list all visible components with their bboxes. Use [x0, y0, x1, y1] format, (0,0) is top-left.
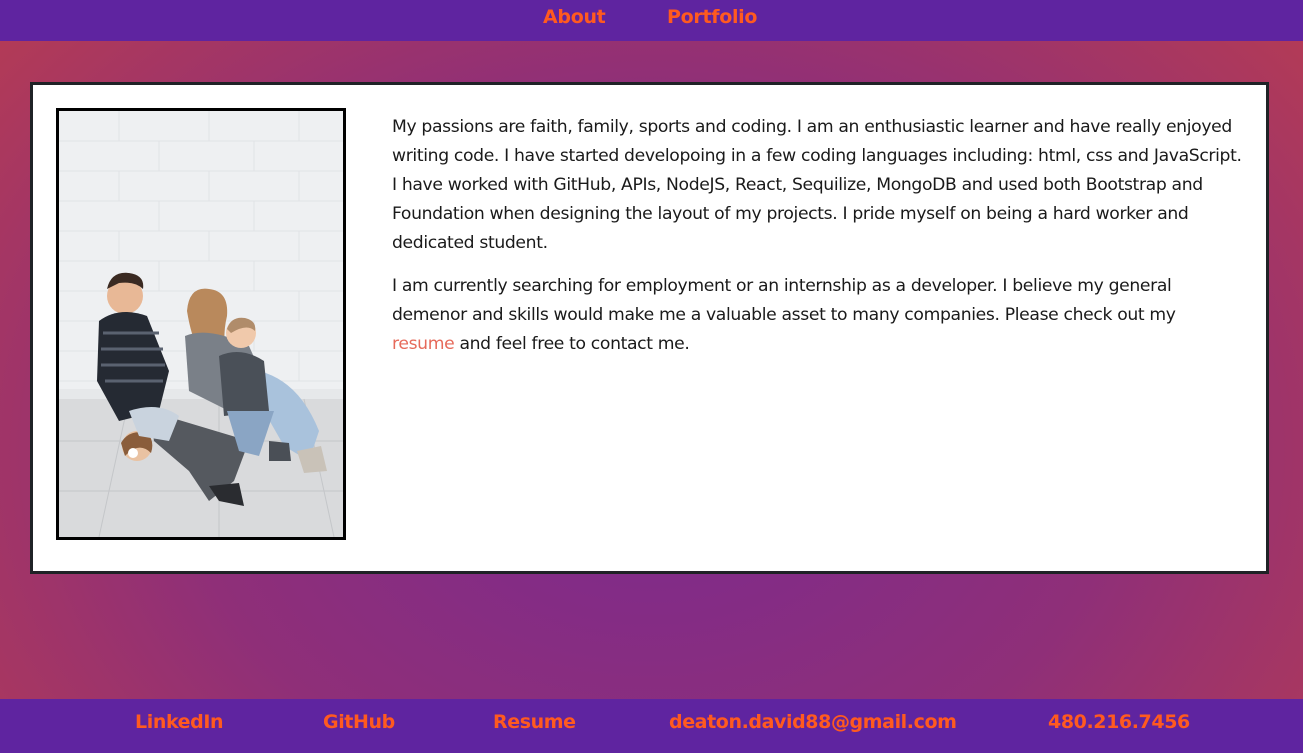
about-card: My passions are faith, family, sports an…	[30, 82, 1269, 574]
nav-link-about[interactable]: About	[543, 6, 606, 28]
bio-text: My passions are faith, family, sports an…	[392, 113, 1242, 373]
footer-link-phone[interactable]: 480.216.7456	[1048, 711, 1190, 733]
footer-link-resume[interactable]: Resume	[493, 711, 576, 733]
family-photo	[56, 108, 346, 540]
footer: LinkedIn GitHub Resume deaton.david88@gm…	[0, 699, 1303, 753]
family-photo-image	[59, 111, 343, 537]
footer-link-github[interactable]: GitHub	[323, 711, 395, 733]
bio-paragraph-2-end: and feel free to contact me.	[454, 334, 690, 354]
nav-link-portfolio[interactable]: Portfolio	[667, 6, 757, 28]
bio-paragraph-2-start: I am currently searching for employment …	[392, 276, 1176, 325]
top-navigation: About Portfolio	[0, 0, 1303, 41]
bio-paragraph-1: My passions are faith, family, sports an…	[392, 117, 1242, 253]
bio-paragraph-2: I am currently searching for employment …	[392, 272, 1242, 359]
footer-link-email[interactable]: deaton.david88@gmail.com	[669, 711, 957, 733]
footer-link-linkedin[interactable]: LinkedIn	[135, 711, 224, 733]
resume-inline-link[interactable]: resume	[392, 334, 455, 354]
